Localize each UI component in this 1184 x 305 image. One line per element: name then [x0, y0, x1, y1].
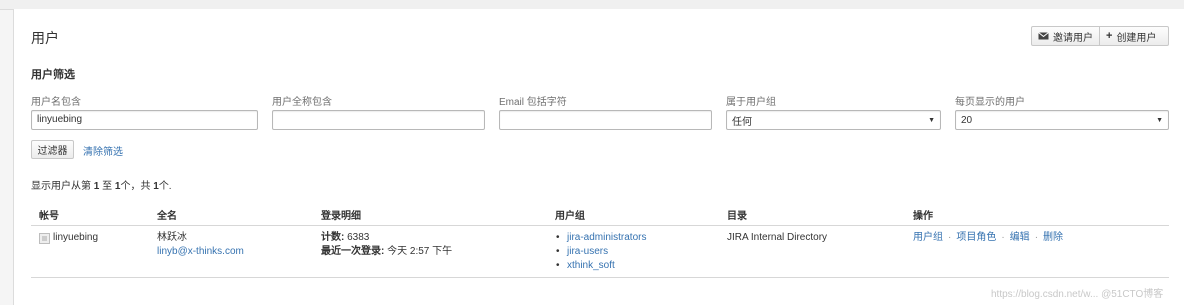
plus-icon: +	[1106, 29, 1113, 42]
invite-user-button[interactable]: 邀请用户	[1031, 26, 1100, 46]
op-groups-link[interactable]: 用户组	[913, 232, 943, 243]
login-count-label: 计数:	[321, 232, 345, 243]
summary-mid2: 个，共	[120, 181, 154, 192]
last-login-label: 最近一次登录:	[321, 246, 385, 257]
envelope-icon	[1038, 32, 1049, 40]
group-link[interactable]: jira-users	[567, 246, 608, 257]
summary-mid: 至	[99, 181, 115, 192]
summary-prefix: 显示用户从第	[31, 181, 94, 192]
column-header-groups: 用户组	[555, 211, 585, 222]
column-header-username: 帐号	[39, 211, 59, 222]
group-filter-value: 任何	[732, 116, 752, 128]
login-count-value: 6383	[347, 232, 370, 243]
op-delete-link[interactable]: 删除	[1043, 232, 1063, 243]
perpage-filter-select[interactable]: 20 ▼	[955, 110, 1169, 130]
email-filter-input[interactable]	[499, 110, 712, 130]
last-login-line: 最近一次登录: 今天 2:57 下午	[321, 245, 452, 259]
directory-cell: JIRA Internal Directory	[727, 232, 828, 243]
result-summary: 显示用户从第 1 至 1个，共 1个.	[31, 177, 172, 192]
summary-suffix: 个.	[158, 181, 172, 192]
username-filter-input[interactable]: linyuebing	[31, 110, 258, 130]
filter-button[interactable]: 过滤器	[31, 140, 74, 159]
groups-cell: jira-administrators jira-users xthink_so…	[555, 231, 646, 273]
group-link[interactable]: jira-administrators	[567, 232, 646, 243]
dropdown-caret-icon: ▼	[1156, 116, 1163, 124]
avatar	[39, 233, 50, 244]
email-filter-label: Email 包括字符	[499, 97, 567, 108]
fullname-filter-label: 用户全称包含	[272, 97, 332, 108]
fullname-cell: 林跃冰 linyb@x-thinks.com	[157, 231, 244, 259]
column-header-directory: 目录	[727, 211, 747, 222]
username-link[interactable]: linyuebing	[53, 231, 98, 245]
clear-filter-link[interactable]: 清除筛选	[83, 143, 123, 158]
last-login-value: 今天 2:57 下午	[387, 246, 453, 257]
invite-user-label: 邀请用户	[1053, 32, 1093, 44]
login-count-line: 计数: 6383	[321, 231, 452, 245]
group-list: jira-administrators jira-users xthink_so…	[555, 231, 646, 273]
separator-dot: ·	[1034, 232, 1039, 243]
group-filter-label: 属于用户组	[726, 97, 776, 108]
list-item: jira-users	[555, 245, 646, 259]
username-filter-label: 用户名包含	[31, 97, 81, 108]
page-title: 用户	[31, 30, 59, 46]
fullname-filter-input[interactable]	[272, 110, 485, 130]
table-header-divider	[31, 225, 1169, 226]
column-header-operations: 操作	[913, 211, 933, 222]
column-header-fullname: 全名	[157, 211, 177, 222]
group-filter-select[interactable]: 任何 ▼	[726, 110, 941, 130]
list-item: jira-administrators	[555, 231, 646, 245]
create-user-button[interactable]: + 创建用户	[1099, 26, 1169, 46]
list-item: xthink_soft	[555, 259, 646, 273]
operations-cell: 用户组 · 项目角色 · 编辑 · 删除	[913, 231, 1063, 245]
login-details-cell: 计数: 6383 最近一次登录: 今天 2:57 下午	[321, 231, 452, 259]
column-header-login: 登录明细	[321, 211, 361, 222]
create-user-label: 创建用户	[1116, 32, 1157, 44]
perpage-filter-value: 20	[961, 114, 973, 126]
perpage-filter-label: 每页显示的用户	[955, 97, 1025, 108]
op-edit-link[interactable]: 编辑	[1010, 232, 1030, 243]
watermark-text: https://blog.csdn.net/w... @51CTO博客	[991, 289, 1164, 300]
filter-section-title: 用户筛选	[31, 69, 75, 81]
email-link[interactable]: linyb@x-thinks.com	[157, 245, 244, 259]
main-panel: 用户 邀请用户 + 创建用户 用户筛选 用户名包含 linyuebing 用户全…	[13, 9, 1184, 305]
group-link[interactable]: xthink_soft	[567, 260, 615, 271]
separator-dot: ·	[948, 232, 952, 243]
table-row-divider	[31, 277, 1169, 278]
dropdown-caret-icon: ▼	[928, 116, 935, 124]
separator-dot: ·	[1001, 232, 1005, 243]
op-project-roles-link[interactable]: 项目角色	[956, 232, 996, 243]
fullname-text: 林跃冰	[157, 232, 187, 243]
